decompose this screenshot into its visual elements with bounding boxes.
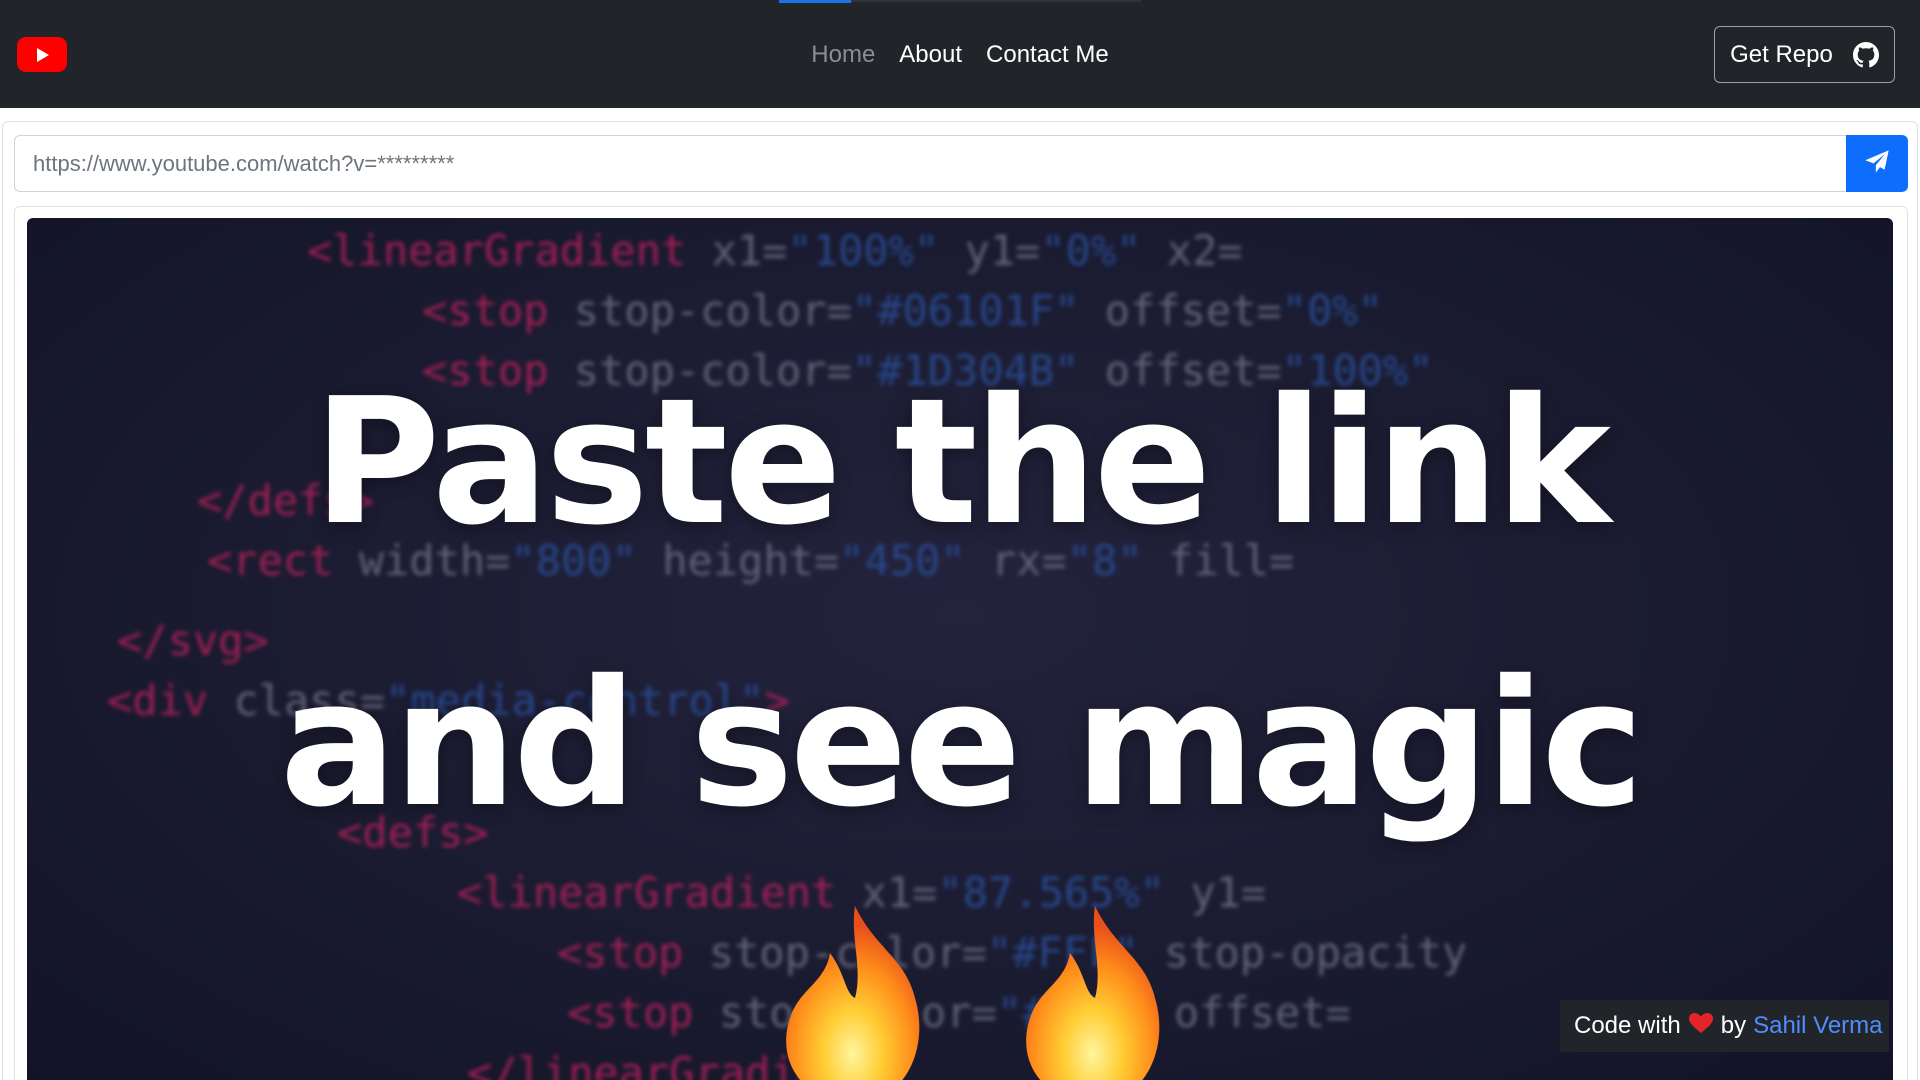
nav-divider (851, 0, 1141, 2)
nav-link-about[interactable]: About (899, 38, 962, 72)
url-input-group (14, 135, 1908, 192)
navbar: Home About Contact Me Get Repo (0, 0, 1920, 108)
github-icon (1852, 41, 1879, 68)
youtube-url-input[interactable] (14, 135, 1846, 192)
credit-badge: Code with by Sahil Verma (1560, 1000, 1889, 1052)
hero-title-line-2: and see magic (279, 643, 1645, 846)
author-link[interactable]: Sahil Verma (1753, 1012, 1882, 1040)
get-repo-button[interactable]: Get Repo (1714, 26, 1895, 83)
credit-middle: by (1720, 1012, 1747, 1039)
fire-emoji-icon (1026, 906, 1160, 1080)
nav-links: Home About Contact Me (0, 38, 1920, 72)
fire-emoji-icon (786, 906, 920, 1080)
credit-prefix: Code with (1574, 1012, 1681, 1039)
submit-button[interactable] (1846, 135, 1908, 192)
heart-icon (1688, 1012, 1714, 1041)
hero-banner-image: <linearGradient x1="100%" y1="0%" x2= <s… (27, 218, 1893, 1080)
nav-active-indicator (779, 0, 851, 3)
get-repo-label: Get Repo (1730, 40, 1833, 68)
nav-link-contact[interactable]: Contact Me (986, 38, 1109, 72)
nav-link-home[interactable]: Home (811, 38, 875, 72)
paper-plane-icon (1863, 148, 1891, 179)
hero-title-line-1: Paste the link (312, 361, 1611, 564)
